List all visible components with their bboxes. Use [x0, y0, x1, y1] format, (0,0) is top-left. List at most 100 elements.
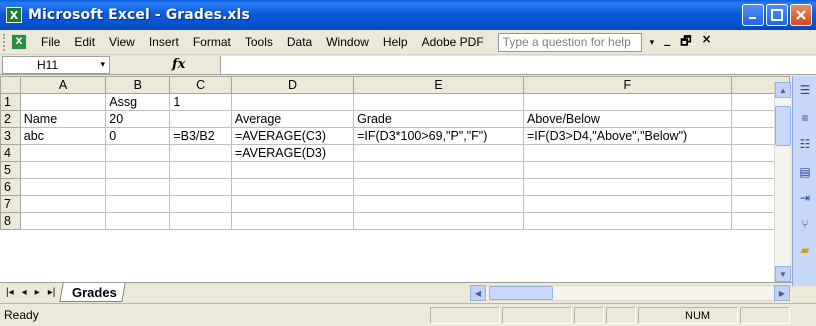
cell-f8[interactable] — [523, 212, 732, 230]
list-icon[interactable]: ▤ — [797, 164, 813, 180]
close-button[interactable] — [790, 4, 812, 26]
workbook-icon[interactable]: X — [11, 34, 27, 50]
insert-function-icon[interactable]: fx — [172, 57, 185, 72]
cell-b7[interactable] — [105, 195, 171, 213]
cell-e2[interactable]: Grade — [353, 110, 524, 128]
cell-c6[interactable] — [169, 178, 232, 196]
column-header-f[interactable]: F — [523, 76, 732, 94]
cell-e7[interactable] — [353, 195, 524, 213]
name-box[interactable]: H11 ▾ — [2, 55, 110, 74]
menu-adobe-pdf[interactable]: Adobe PDF — [422, 35, 484, 49]
row-header-2[interactable]: 2 — [0, 110, 21, 128]
tab-grades[interactable]: Grades — [59, 283, 126, 302]
menu-help[interactable]: Help — [383, 35, 408, 49]
cell-f3[interactable]: =IF(D3>D4,"Above","Below") — [523, 127, 732, 145]
row-header-5[interactable]: 5 — [0, 161, 21, 179]
doc-restore-button[interactable]: 🗗 — [680, 32, 691, 53]
cell-a8[interactable] — [19, 212, 107, 230]
cell-d2[interactable]: Average — [230, 110, 355, 128]
column-header-e[interactable]: E — [353, 76, 524, 94]
cell-c8[interactable] — [169, 212, 232, 230]
doc-close-button[interactable]: × — [701, 32, 711, 53]
cell-e5[interactable] — [353, 161, 524, 179]
cell-a1[interactable] — [19, 93, 107, 111]
cell-c4[interactable] — [169, 144, 232, 162]
column-header-d[interactable]: D — [230, 76, 355, 94]
horizontal-scroll-thumb[interactable] — [489, 286, 553, 300]
cell-f1[interactable] — [523, 93, 732, 111]
cell-d1[interactable] — [230, 93, 355, 111]
scroll-left-arrow-icon[interactable]: ◀ — [470, 285, 486, 301]
cell-f6[interactable] — [523, 178, 732, 196]
row-header-3[interactable]: 3 — [0, 127, 21, 145]
cell-a4[interactable] — [19, 144, 107, 162]
cell-c3[interactable]: =B3/B2 — [169, 127, 232, 145]
vertical-scroll-thumb[interactable] — [775, 106, 791, 146]
cell-e6[interactable] — [353, 178, 524, 196]
excel-app-icon[interactable]: X — [6, 7, 22, 23]
select-all-corner[interactable] — [0, 76, 21, 94]
cell-e3[interactable]: =IF(D3*100>69,"P","F") — [353, 127, 524, 145]
cell-f4[interactable] — [523, 144, 732, 162]
cell-e1[interactable] — [353, 93, 524, 111]
cell-a7[interactable] — [19, 195, 107, 213]
cell-b8[interactable] — [105, 212, 171, 230]
cell-e8[interactable] — [353, 212, 524, 230]
cell-e4[interactable] — [353, 144, 524, 162]
maximize-button[interactable] — [766, 4, 788, 26]
cell-f5[interactable] — [523, 161, 732, 179]
cell-d5[interactable] — [230, 161, 355, 179]
cell-a5[interactable] — [19, 161, 107, 179]
cell-d4[interactable]: =AVERAGE(D3) — [230, 144, 355, 162]
doc-minimize-button[interactable]: _ — [664, 32, 670, 53]
outdent-icon[interactable]: ⇥ — [797, 190, 813, 206]
minimize-button[interactable] — [742, 4, 764, 26]
cell-c2[interactable] — [169, 110, 232, 128]
prev-sheet-icon[interactable]: ◂ — [22, 287, 27, 298]
cell-a2[interactable]: Name — [19, 110, 107, 128]
cell-b5[interactable] — [105, 161, 171, 179]
cell-f7[interactable] — [523, 195, 732, 213]
menu-window[interactable]: Window — [326, 35, 369, 49]
align-right-icon[interactable]: ≡ — [797, 110, 813, 126]
help-question-input[interactable]: Type a question for help — [497, 32, 642, 52]
row-header-1[interactable]: 1 — [0, 93, 21, 111]
row-header-7[interactable]: 7 — [0, 195, 21, 213]
toolbar-grip[interactable] — [3, 33, 7, 51]
scroll-up-arrow-icon[interactable]: ▲ — [775, 82, 791, 98]
cell-d6[interactable] — [230, 178, 355, 196]
menu-edit[interactable]: Edit — [74, 35, 95, 49]
folder-icon[interactable]: ▰ — [797, 242, 813, 258]
horizontal-scrollbar[interactable]: ◀ ▶ — [470, 285, 790, 301]
row-header-8[interactable]: 8 — [0, 212, 21, 230]
cell-b1[interactable]: Assg — [105, 93, 171, 111]
cell-d3[interactable]: =AVERAGE(C3) — [230, 127, 355, 145]
name-box-dropdown[interactable]: ▾ — [100, 59, 105, 70]
align-left-icon[interactable]: ☰ — [797, 82, 813, 98]
cell-c7[interactable] — [169, 195, 232, 213]
menu-format[interactable]: Format — [193, 35, 231, 49]
cell-b4[interactable] — [105, 144, 171, 162]
cell-f2[interactable]: Above/Below — [523, 110, 732, 128]
formula-input[interactable] — [220, 56, 816, 74]
cell-b6[interactable] — [105, 178, 171, 196]
vertical-scrollbar[interactable]: ▲ ▼ — [774, 82, 791, 282]
column-header-b[interactable]: B — [105, 76, 171, 94]
cell-b3[interactable]: 0 — [105, 127, 171, 145]
menu-file[interactable]: File — [41, 35, 60, 49]
row-header-4[interactable]: 4 — [0, 144, 21, 162]
first-sheet-icon[interactable]: |◂ — [6, 287, 14, 298]
help-dropdown-arrow[interactable]: ▾ — [650, 37, 655, 48]
menu-view[interactable]: View — [109, 35, 135, 49]
menu-data[interactable]: Data — [287, 35, 312, 49]
menu-insert[interactable]: Insert — [149, 35, 179, 49]
cell-d8[interactable] — [230, 212, 355, 230]
row-header-6[interactable]: 6 — [0, 178, 21, 196]
column-header-c[interactable]: C — [169, 76, 232, 94]
cell-a3[interactable]: abc — [19, 127, 107, 145]
cell-c5[interactable] — [169, 161, 232, 179]
next-sheet-icon[interactable]: ▸ — [35, 287, 40, 298]
merge-icon[interactable]: ⑂ — [797, 216, 813, 232]
cell-a6[interactable] — [19, 178, 107, 196]
menu-tools[interactable]: Tools — [245, 35, 273, 49]
